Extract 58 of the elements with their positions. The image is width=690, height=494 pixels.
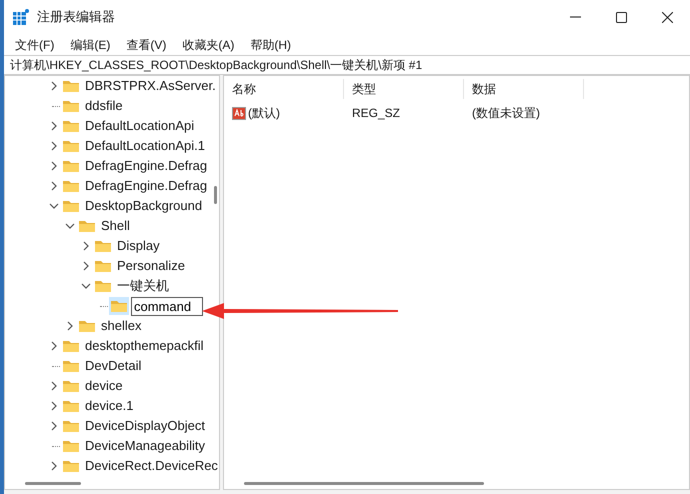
tree-item[interactable]: DBRSTPRX.AsServer. bbox=[85, 76, 216, 96]
minimize-icon bbox=[570, 16, 580, 18]
chevron-right-icon[interactable] bbox=[49, 181, 59, 191]
menu-item[interactable]: 收藏夹(A) bbox=[182, 36, 234, 54]
column-header[interactable]: 数据 bbox=[464, 79, 584, 99]
tree-item[interactable]: device bbox=[85, 376, 123, 396]
registry-grid-icon bbox=[13, 9, 29, 25]
tree-item[interactable]: DeviceRect.DeviceRec bbox=[85, 456, 218, 476]
chevron-right-icon[interactable] bbox=[49, 341, 59, 351]
chevron-right-icon[interactable] bbox=[81, 241, 91, 251]
chevron-right-icon[interactable] bbox=[49, 401, 59, 411]
tree-item[interactable]: DefaultLocationApi bbox=[85, 116, 194, 136]
chevron-right-icon[interactable] bbox=[49, 461, 59, 471]
vertical-scrollbar[interactable] bbox=[214, 186, 217, 204]
horizontal-scrollbar[interactable] bbox=[25, 482, 81, 484]
folder-icon bbox=[109, 297, 129, 315]
address-bar[interactable]: 计算机\HKEY_CLASSES_ROOT\DesktopBackground\Shell\一键关机\新项 #1 bbox=[4, 55, 690, 75]
tree-item[interactable]: device.1 bbox=[85, 396, 134, 416]
menu-item[interactable]: 文件(F) bbox=[15, 36, 54, 54]
chevron-right-icon[interactable] bbox=[49, 381, 59, 391]
chevron-down-icon[interactable] bbox=[49, 201, 59, 211]
table-cell-text: (数值未设置) bbox=[471, 105, 541, 122]
tree-item[interactable]: ddsfile bbox=[85, 96, 123, 116]
window-title: 注册表编辑器 bbox=[37, 8, 115, 26]
string-value-icon bbox=[232, 106, 246, 120]
chevron-right-icon[interactable] bbox=[81, 261, 91, 271]
menu-item[interactable]: 查看(V) bbox=[126, 36, 166, 54]
tree-item[interactable]: shellex bbox=[101, 316, 142, 336]
menu-item[interactable]: 编辑(E) bbox=[70, 36, 110, 54]
chevron-right-icon[interactable] bbox=[49, 421, 59, 431]
chevron-right-icon[interactable] bbox=[49, 121, 59, 131]
chevron-right-icon[interactable] bbox=[49, 81, 59, 91]
column-header[interactable]: 类型 bbox=[344, 79, 464, 99]
maximize-icon bbox=[616, 12, 626, 22]
tree-item[interactable]: DefragEngine.Defrag bbox=[85, 176, 208, 196]
column-header[interactable]: 名称 bbox=[224, 79, 344, 99]
menu-item[interactable]: 帮助(H) bbox=[250, 36, 291, 54]
chevron-down-icon[interactable] bbox=[65, 221, 75, 231]
table-cell-text: (默认) bbox=[248, 105, 280, 122]
chevron-right-icon[interactable] bbox=[49, 161, 59, 171]
tree-item[interactable]: DefragEngine.Defrag bbox=[85, 156, 208, 176]
chevron-right-icon[interactable] bbox=[65, 321, 75, 331]
rename-field[interactable]: command bbox=[131, 296, 203, 316]
tree-item[interactable]: DeviceDisplayObject bbox=[85, 416, 205, 436]
tree-item[interactable]: Personalize bbox=[117, 256, 185, 276]
tree-item[interactable]: DeviceManageability bbox=[85, 436, 205, 456]
chevron-down-icon[interactable] bbox=[81, 281, 91, 291]
tree-item[interactable]: DesktopBackground bbox=[85, 196, 202, 216]
table-cell-text: REG_SZ bbox=[351, 105, 402, 122]
tree-item[interactable]: DevDetail bbox=[85, 356, 142, 376]
close-icon bbox=[662, 12, 672, 22]
tree-item[interactable]: DefaultLocationApi.1 bbox=[85, 136, 205, 156]
tree-item[interactable]: Display bbox=[117, 236, 160, 256]
chevron-right-icon[interactable] bbox=[49, 141, 59, 151]
horizontal-scrollbar[interactable] bbox=[244, 482, 484, 484]
tree-item[interactable]: 一键关机 bbox=[117, 276, 169, 296]
tree-item[interactable]: Shell bbox=[101, 216, 130, 236]
tree-item[interactable]: desktopthemepackfil bbox=[85, 336, 204, 356]
